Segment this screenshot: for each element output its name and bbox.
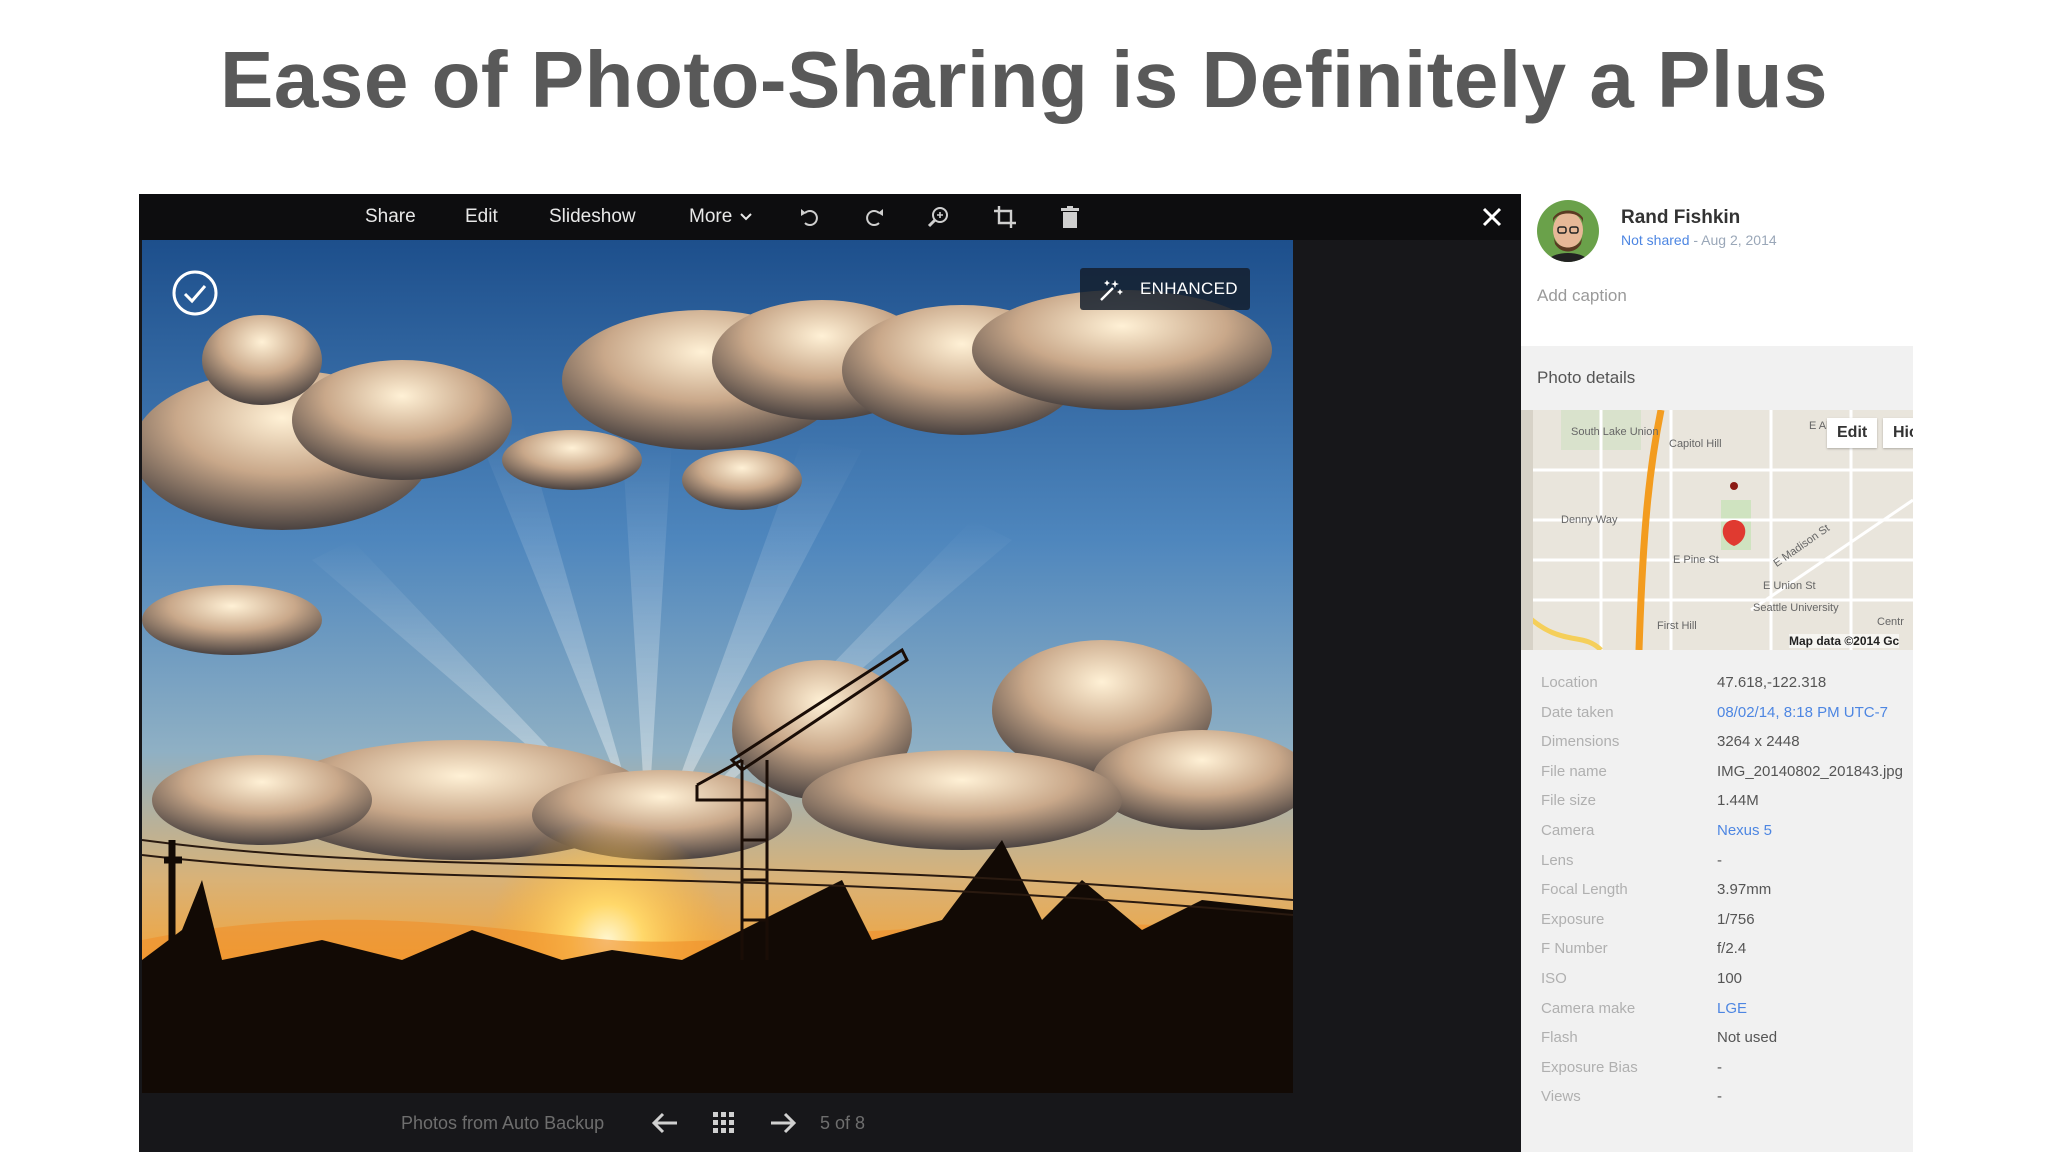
map-label-e-union-st: E Union St — [1763, 580, 1816, 592]
trash-icon[interactable] — [1057, 204, 1083, 230]
detail-value: 1/756 — [1717, 910, 1755, 928]
sunset-photo[interactable]: ENHANCED — [142, 240, 1293, 1093]
detail-label: Flash — [1541, 1029, 1578, 1047]
detail-row: Location 47.618,-122.318 — [1521, 670, 1913, 700]
photo-info-panel: Rand Fishkin Not shared - Aug 2, 2014 Ad… — [1521, 194, 1913, 1152]
detail-row: Exposure Bias - — [1521, 1055, 1913, 1085]
photo-viewer: Share Edit Slideshow More ENHANCED Photo… — [139, 194, 1521, 1152]
detail-value: 3.97mm — [1717, 881, 1772, 899]
detail-label: File name — [1541, 762, 1607, 780]
share-status-link[interactable]: Not shared — [1621, 232, 1689, 248]
detail-label: Views — [1541, 1088, 1581, 1106]
magic-wand-icon — [1100, 280, 1123, 301]
map-label-e-pine-st: E Pine St — [1673, 554, 1719, 566]
detail-row: Flash Not used — [1521, 1025, 1913, 1055]
detail-value: Not used — [1717, 1029, 1778, 1047]
map-label-denny-way: Denny Way — [1561, 514, 1618, 526]
detail-rows: Location 47.618,-122.318 Date taken 08/02/1… — [1521, 670, 1913, 1114]
detail-label: Lens — [1541, 851, 1574, 869]
detail-value: 1.44M — [1717, 792, 1759, 810]
album-label[interactable]: Photos from Auto Backup — [401, 1113, 604, 1134]
chevron-down-icon — [739, 213, 752, 221]
detail-value: 100 — [1717, 969, 1743, 987]
detail-label: Dimensions — [1541, 733, 1620, 751]
viewer-toolbar: Share Edit Slideshow More — [139, 194, 1521, 240]
detail-label: Focal Length — [1541, 881, 1628, 899]
detail-value: 47.618,-122.318 — [1717, 674, 1827, 691]
detail-label: File size — [1541, 792, 1597, 810]
map-hide-button[interactable]: Hic — [1883, 418, 1913, 448]
detail-value: - — [1717, 1088, 1722, 1106]
detail-value[interactable]: 08/02/14, 8:18 PM UTC-7 — [1717, 704, 1888, 721]
photo-details-section: Photo details South Lake Union Capitol H… — [1521, 346, 1913, 1152]
detail-label: Exposure — [1541, 910, 1605, 928]
share-status-line: Not shared - Aug 2, 2014 — [1621, 232, 1777, 248]
enhanced-badge[interactable]: ENHANCED — [1080, 268, 1250, 310]
detail-row: Camera make LGE — [1521, 996, 1913, 1026]
detail-row: Lens - — [1521, 848, 1913, 878]
more-label: More — [689, 206, 733, 227]
map-label-e-al: E Al — [1809, 420, 1829, 432]
detail-value[interactable]: Nexus 5 — [1717, 822, 1772, 839]
detail-value: f/2.4 — [1717, 940, 1747, 958]
arrow-left-icon[interactable] — [649, 1107, 681, 1139]
detail-label: Date taken — [1541, 703, 1614, 721]
map-edit-button[interactable]: Edit — [1827, 418, 1878, 448]
map-label-centr: Centr — [1877, 616, 1904, 628]
more-button[interactable]: More — [689, 202, 752, 232]
detail-row: Date taken 08/02/14, 8:18 PM UTC-7 — [1521, 700, 1913, 730]
detail-row: Views - — [1521, 1084, 1913, 1114]
arrow-right-icon[interactable] — [767, 1107, 799, 1139]
page-count: 5 of 8 — [820, 1113, 866, 1133]
location-map[interactable]: South Lake Union Capitol Hill Denny Way … — [1521, 410, 1913, 650]
slideshow-button[interactable]: Slideshow — [549, 202, 636, 232]
detail-label: Exposure Bias — [1541, 1058, 1638, 1076]
close-icon[interactable] — [1479, 204, 1505, 230]
detail-row: F Number f/2.4 — [1521, 936, 1913, 966]
avatar[interactable] — [1537, 200, 1599, 262]
detail-value: - — [1717, 1058, 1722, 1076]
detail-row: Dimensions 3264 x 2448 — [1521, 729, 1913, 759]
detail-label: Camera — [1541, 821, 1595, 839]
map-label-first-hill: First Hill — [1657, 620, 1697, 632]
detail-row: File size 1.44M — [1521, 788, 1913, 818]
detail-row: Camera Nexus 5 — [1521, 818, 1913, 848]
detail-label: F Number — [1541, 940, 1608, 958]
detail-value: 3264 x 2448 — [1717, 733, 1800, 751]
detail-value: IMG_20140802_201843.jpg — [1717, 762, 1903, 780]
select-check-icon[interactable] — [170, 268, 220, 318]
detail-row: ISO 100 — [1521, 966, 1913, 996]
details-header: Photo details — [1537, 368, 1636, 387]
slide-title: Ease of Photo-Sharing is Definitely a Pl… — [220, 35, 1828, 124]
photo-date: - Aug 2, 2014 — [1689, 232, 1777, 248]
detail-label: Camera make — [1541, 999, 1636, 1017]
crop-icon[interactable] — [992, 204, 1018, 230]
detail-label: Location — [1541, 674, 1598, 691]
rotate-left-icon[interactable] — [797, 204, 823, 230]
detail-value[interactable]: LGE — [1717, 1000, 1747, 1017]
zoom-icon[interactable] — [926, 204, 952, 230]
map-copyright: Map data ©2014 Gc — [1789, 634, 1900, 648]
share-button[interactable]: Share — [365, 202, 416, 232]
grid-icon[interactable] — [708, 1107, 740, 1139]
edit-button[interactable]: Edit — [465, 202, 498, 232]
caption-input[interactable]: Add caption — [1537, 286, 1627, 306]
map-label-capitol-hill: Capitol Hill — [1669, 438, 1722, 450]
detail-row: File name IMG_20140802_201843.jpg — [1521, 759, 1913, 789]
enhanced-label: ENHANCED — [1140, 279, 1238, 298]
map-label-seattle-university: Seattle University — [1753, 602, 1839, 614]
detail-label: ISO — [1541, 969, 1567, 987]
detail-value: - — [1717, 851, 1722, 869]
rotate-right-icon[interactable] — [861, 204, 887, 230]
viewer-bottom-bar: Photos from Auto Backup 5 of 8 — [139, 1093, 1521, 1152]
map-label-south-lake-union: South Lake Union — [1571, 426, 1659, 438]
owner-name[interactable]: Rand Fishkin — [1621, 207, 1740, 229]
detail-row: Focal Length 3.97mm — [1521, 877, 1913, 907]
detail-row: Exposure 1/756 — [1521, 907, 1913, 937]
